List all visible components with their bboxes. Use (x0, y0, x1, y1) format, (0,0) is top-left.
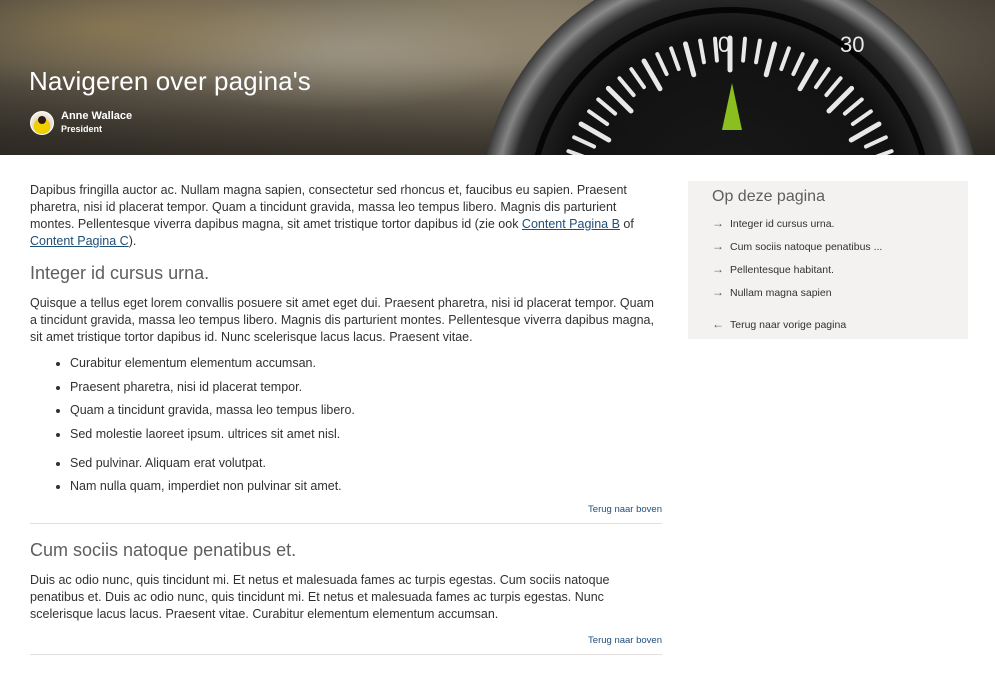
link-content-pagina-b[interactable]: Content Pagina B (522, 217, 620, 231)
list-item: Sed molestie laoreet ipsum. ultrices sit… (70, 426, 662, 443)
intro-paragraph: Dapibus fringilla auctor ac. Nullam magn… (30, 182, 662, 250)
toc-item-integer-id-cursus-urna[interactable]: → Integer id cursus urna. (712, 216, 834, 232)
link-content-pagina-c[interactable]: Content Pagina C (30, 234, 129, 248)
section-divider (30, 523, 662, 524)
page-title: Navigeren over pagina's (29, 66, 311, 96)
section1-heading: Integer id cursus urna. (30, 263, 210, 283)
toc-item-label: Cum sociis natoque penatibus ... (730, 241, 883, 253)
intro-text-end: ). (128, 234, 137, 248)
section1-bullet-list: Curabitur elementum elementum accumsan. … (30, 355, 662, 495)
toc-item-label: Pellentesque habitant. (730, 264, 834, 276)
arrow-right-icon: → (712, 239, 724, 253)
list-item: Praesent pharetra, nisi id placerat temp… (70, 379, 662, 396)
intro-text-between: of (619, 217, 634, 231)
avatar[interactable] (30, 111, 54, 135)
list-item: Sed pulvinar. Aliquam erat volutpat. (70, 455, 662, 472)
toc-item-cum-sociis[interactable]: → Cum sociis natoque penatibus ... (712, 239, 882, 255)
toc-back-link[interactable]: ← Terug naar vorige pagina (712, 317, 846, 333)
toc-item-nullam-magna-sapien[interactable]: → Nullam magna sapien (712, 285, 832, 301)
main-content: Dapibus fringilla auctor ac. Nullam magn… (30, 182, 662, 655)
back-to-top-link[interactable]: Terug naar boven (30, 504, 662, 515)
hero-banner: 0 30 Navigeren over pagina's Anne Wallac… (0, 0, 995, 155)
toc-item-label: Integer id cursus urna. (730, 218, 835, 230)
toc-item-pellentesque[interactable]: → Pellentesque habitant. (712, 262, 834, 278)
toc-title: Op deze pagina (712, 188, 825, 205)
arrow-left-icon: ← (712, 317, 724, 331)
list-item: Curabitur elementum elementum accumsan. (70, 355, 662, 372)
section1-paragraph: Quisque a tellus eget lorem convallis po… (30, 296, 654, 344)
section2-paragraph: Duis ac odio nunc, quis tincidunt mi. Et… (30, 573, 610, 621)
on-this-page-panel: Op deze pagina → Integer id cursus urna. … (688, 181, 968, 339)
section-divider (30, 654, 662, 655)
toc-back-label: Terug naar vorige pagina (730, 319, 847, 331)
arrow-right-icon: → (712, 216, 724, 230)
back-to-top-link[interactable]: Terug naar boven (30, 635, 662, 646)
arrow-right-icon: → (712, 285, 724, 299)
arrow-right-icon: → (712, 262, 724, 276)
toc-item-label: Nullam magna sapien (730, 287, 832, 299)
section2-heading: Cum sociis natoque penatibus et. (30, 540, 297, 560)
author-role: President (61, 124, 103, 134)
list-item: Quam a tincidunt gravida, massa leo temp… (70, 402, 662, 419)
author-name[interactable]: Anne Wallace (61, 110, 132, 122)
list-item: Nam nulla quam, imperdiet non pulvinar s… (70, 478, 662, 495)
